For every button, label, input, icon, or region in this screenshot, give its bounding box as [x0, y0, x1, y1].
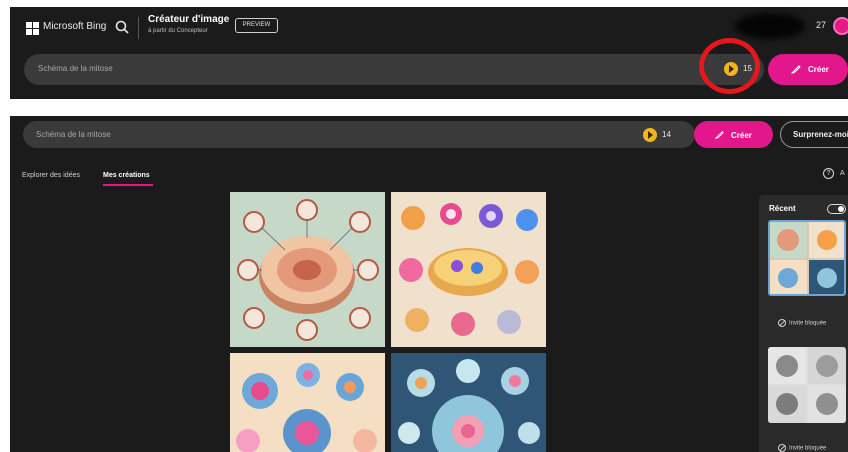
recent-thumbnail[interactable]	[768, 220, 846, 296]
app-subtitle: à partir du Concepteur	[148, 28, 208, 34]
search-icon[interactable]	[114, 19, 130, 35]
tab-explore-ideas[interactable]: Explorer des idées	[22, 172, 80, 179]
create-button[interactable]: Créer	[768, 54, 848, 85]
blocked-prompt-label: Invite bloquée	[789, 445, 827, 452]
recent-thumbnail[interactable]	[768, 347, 846, 423]
redacted-area	[735, 13, 805, 39]
recent-sidebar: Récent Invite bloquée Invite bloquée	[759, 195, 848, 452]
rewards-icon[interactable]	[833, 17, 848, 35]
blocked-prompt-notice: Invite bloquée	[778, 444, 826, 452]
reward-count: 27	[816, 20, 827, 30]
recent-toggle[interactable]	[827, 204, 846, 214]
help-label[interactable]: A	[840, 170, 845, 177]
blocked-icon	[778, 319, 786, 327]
prompt-text[interactable]: Schéma de la mitose	[36, 130, 111, 139]
blocked-prompt-label: Invite bloquée	[789, 320, 827, 327]
thumbnail-grid	[770, 222, 844, 294]
active-tab-indicator	[103, 184, 153, 186]
bottom-screenshot-panel: Schéma de la mitose 14 Créer Surprenez-m…	[10, 116, 848, 452]
generated-image[interactable]	[391, 192, 546, 347]
create-button[interactable]: Créer	[694, 121, 773, 148]
create-button-label: Créer	[808, 65, 829, 74]
mitosis-illustration	[236, 363, 377, 452]
blocked-prompt-notice: Invite bloquée	[778, 319, 826, 327]
prompt-text[interactable]: Schéma de la mitose	[38, 64, 113, 73]
generated-image[interactable]	[230, 353, 385, 452]
preview-badge: PREVIEW	[235, 18, 278, 33]
header-divider	[138, 17, 139, 39]
mitosis-illustration	[398, 359, 540, 452]
brush-icon	[714, 131, 724, 139]
app-title: Créateur d'image	[148, 14, 230, 25]
thumbnail-grid	[768, 347, 846, 423]
prompt-input[interactable]: Schéma de la mitose 14	[23, 121, 695, 148]
microsoft-logo-icon	[26, 22, 39, 35]
blocked-icon	[778, 444, 786, 452]
help-icon[interactable]: ?	[823, 168, 834, 179]
highlight-circle	[699, 38, 760, 94]
tab-my-creations[interactable]: Mes créations	[103, 172, 150, 179]
recent-title: Récent	[769, 204, 796, 213]
brush-icon	[790, 65, 801, 74]
create-button-label: Créer	[731, 131, 752, 140]
top-screenshot-panel: Microsoft Bing Créateur d'image à partir…	[10, 7, 848, 99]
surprise-me-button[interactable]: Surprenez-moi	[780, 121, 848, 148]
generated-image[interactable]	[391, 353, 546, 452]
mitosis-illustration	[399, 203, 539, 336]
boost-coin-icon	[643, 128, 657, 142]
boost-count: 14	[662, 130, 671, 139]
mitosis-illustration	[237, 199, 379, 341]
brand-name[interactable]: Microsoft Bing	[43, 21, 106, 32]
generated-image[interactable]	[230, 192, 385, 347]
prompt-input[interactable]: Schéma de la mitose 15	[24, 54, 764, 85]
